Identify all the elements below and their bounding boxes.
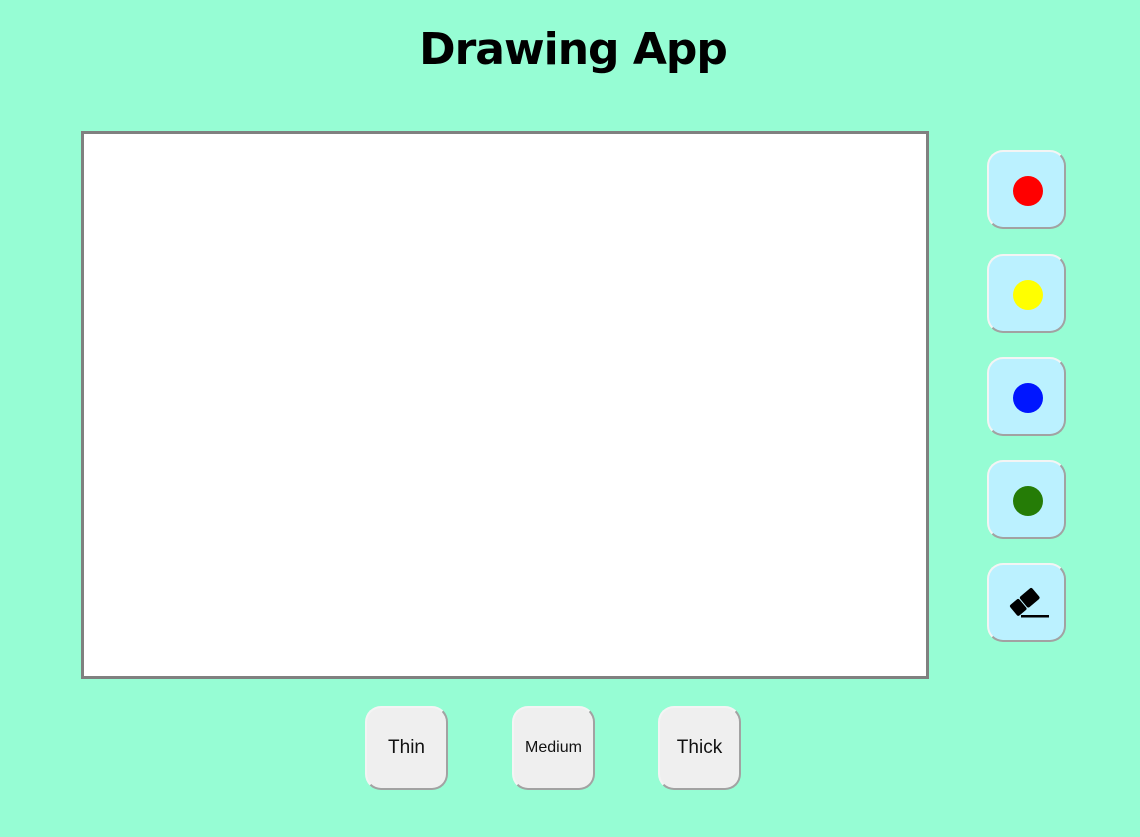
page-title: Drawing App	[419, 24, 728, 75]
medium-size-button[interactable]: Medium	[512, 706, 595, 790]
yellow-color-button[interactable]	[987, 254, 1066, 333]
blue-swatch	[1013, 383, 1043, 413]
thin-size-button[interactable]: Thin	[365, 706, 448, 790]
red-swatch	[1013, 176, 1043, 206]
yellow-swatch	[1013, 280, 1043, 310]
blue-color-button[interactable]	[987, 357, 1066, 436]
green-color-button[interactable]	[987, 460, 1066, 539]
drawing-canvas[interactable]	[81, 131, 929, 679]
eraser-icon	[1009, 588, 1049, 618]
red-color-button[interactable]	[987, 150, 1066, 229]
thick-size-button[interactable]: Thick	[658, 706, 741, 790]
eraser-button[interactable]	[987, 563, 1066, 642]
green-swatch	[1013, 486, 1043, 516]
